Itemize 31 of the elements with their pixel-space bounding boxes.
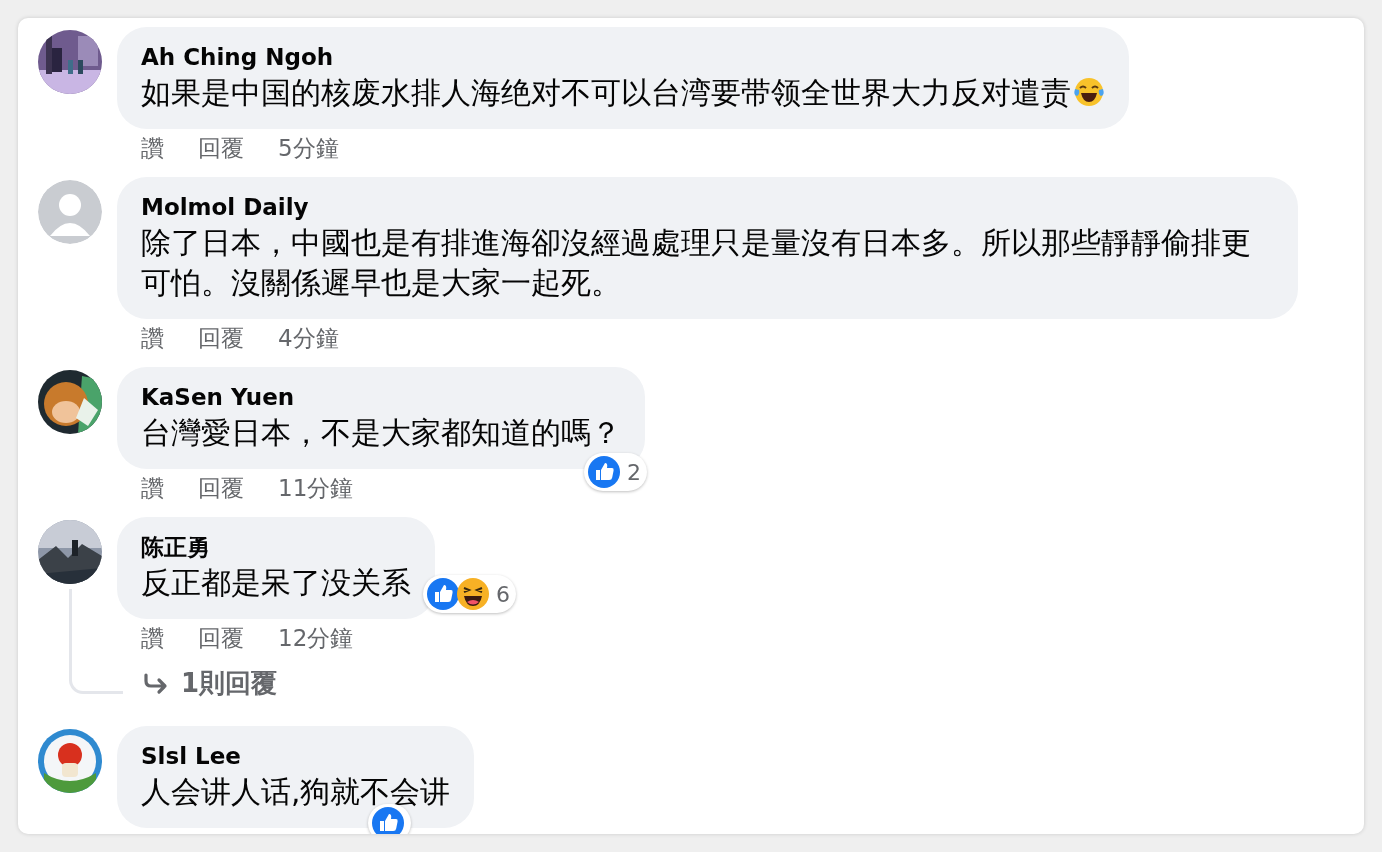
timestamp[interactable]: 12分鐘: [278, 623, 354, 653]
timestamp[interactable]: 5分鐘: [278, 133, 339, 163]
like-link[interactable]: 讚: [141, 473, 164, 503]
author-name[interactable]: Molmol Daily: [141, 194, 309, 220]
reply-link[interactable]: 回覆: [198, 323, 244, 353]
timestamp[interactable]: 11分鐘: [278, 473, 354, 503]
timestamp[interactable]: 4分鐘: [278, 323, 339, 353]
like-link[interactable]: 讚: [141, 133, 164, 163]
comment-text: 台灣愛日本，不是大家都知道的嗎？: [141, 416, 621, 450]
laughing-face-icon: [456, 577, 490, 611]
author-name[interactable]: Ah Ching Ngoh: [141, 44, 334, 70]
reply-link[interactable]: 回覆: [198, 473, 244, 503]
author-name[interactable]: KaSen Yuen: [141, 384, 295, 410]
like-link[interactable]: 讚: [141, 623, 164, 653]
reply-link[interactable]: 回覆: [198, 623, 244, 653]
thumbs-up-icon: [587, 455, 621, 489]
reaction-pill[interactable]: 2: [584, 453, 647, 491]
reaction-pill[interactable]: 6: [423, 575, 516, 613]
reaction-pill[interactable]: [368, 804, 412, 834]
reply-link[interactable]: 回覆: [198, 133, 244, 163]
author-name[interactable]: 陈正勇: [141, 534, 210, 560]
comment-text: 人会讲人话,狗就不会讲: [141, 775, 451, 809]
thumbs-up-icon: [426, 577, 460, 611]
comment-text: 反正都是呆了没关系: [141, 566, 411, 600]
reply-arrow-icon: [143, 672, 169, 695]
thumbs-up-icon: [371, 806, 406, 834]
like-link[interactable]: 讚: [141, 323, 164, 353]
comment-text: 如果是中国的核废水排人海绝对不可以台湾要带领全世界大力反对遣责: [141, 76, 1071, 110]
comment-text: 除了日本，中國也是有排進海卻沒經過處理只是量沒有日本多。所以那些靜靜偷排更可怕。沒關係遲早也是大家一起死。: [141, 226, 1251, 300]
author-name[interactable]: Slsl Lee: [141, 743, 241, 769]
view-replies-button[interactable]: 1則回覆: [117, 663, 284, 704]
